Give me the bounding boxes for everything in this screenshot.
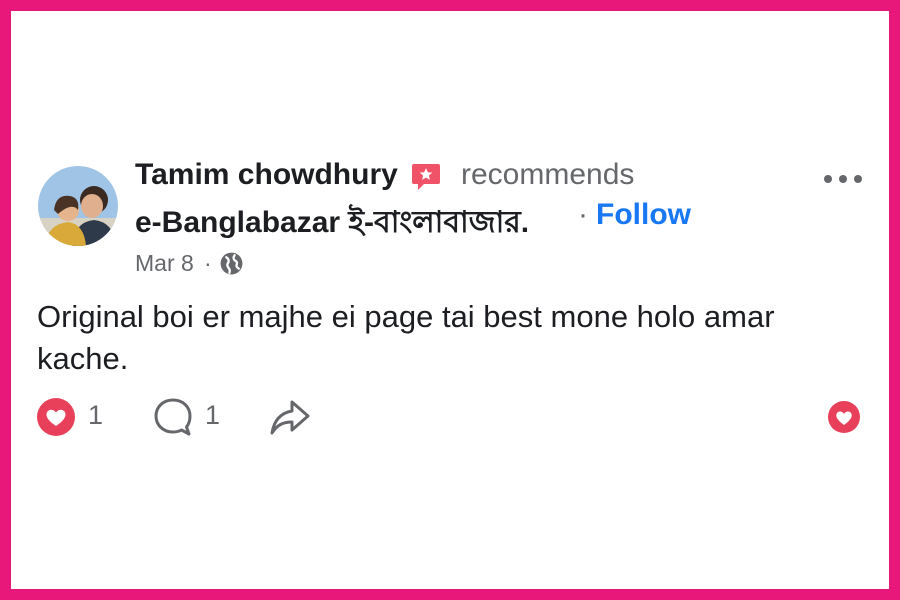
love-reaction-icon[interactable]: [35, 396, 77, 438]
reaction-count[interactable]: 1: [88, 400, 103, 431]
recommends-text: recommends: [461, 158, 635, 191]
comment-icon[interactable]: [152, 396, 194, 438]
follow-button[interactable]: Follow: [596, 198, 691, 232]
recommend-badge-icon: [412, 164, 440, 190]
post-date[interactable]: Mar 8: [135, 250, 194, 277]
date-separator: ·: [204, 250, 212, 276]
separator-dot: ·: [578, 198, 588, 231]
author-name[interactable]: Tamim chowdhury: [135, 158, 398, 192]
more-options-icon[interactable]: [820, 168, 866, 190]
avatar[interactable]: [38, 166, 118, 246]
post-text: Original boi er majhe ei page tai best m…: [37, 299, 775, 376]
page-name[interactable]: e-Banglabazar ই-বাংলাবাজার.: [135, 198, 529, 249]
share-icon[interactable]: [268, 396, 312, 438]
globe-icon: [220, 252, 243, 275]
comment-count[interactable]: 1: [205, 400, 220, 431]
love-reaction-icon[interactable]: [827, 400, 861, 434]
